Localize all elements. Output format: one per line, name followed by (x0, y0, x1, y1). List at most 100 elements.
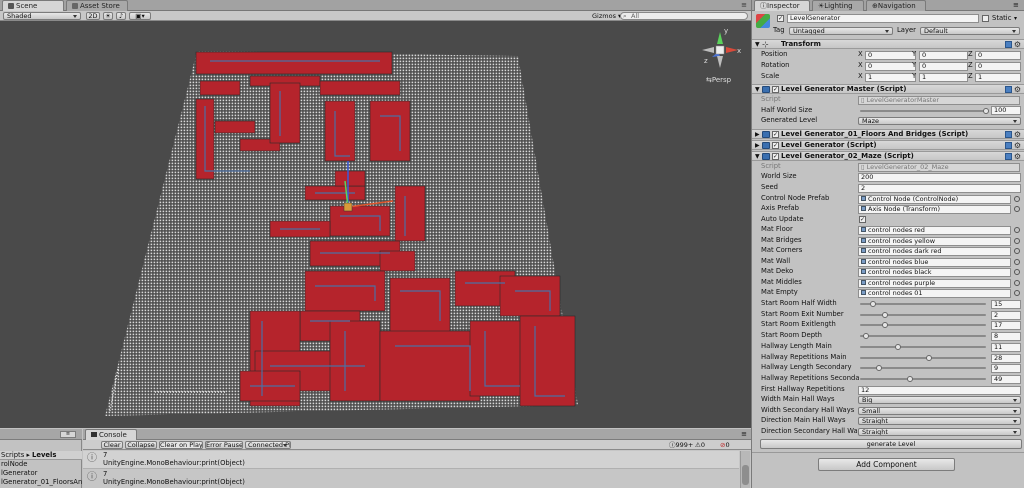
slider-track[interactable] (860, 345, 986, 348)
static-checkbox[interactable] (982, 15, 989, 22)
slider-value-field[interactable]: 2 (991, 310, 1021, 320)
dropdown-field[interactable]: Straight (858, 428, 1021, 437)
prefab-field[interactable]: Control Node (ControlNode) (858, 194, 1011, 204)
component-enabled-checkbox[interactable]: ✓ (772, 131, 779, 138)
slider-value-field[interactable]: 8 (991, 332, 1021, 342)
layer-dropdown[interactable]: Default (920, 27, 1020, 35)
console-scrollbar[interactable] (740, 451, 750, 488)
slider-value-field[interactable]: 28 (991, 353, 1021, 363)
slider-track[interactable] (860, 313, 986, 316)
error-count[interactable]: ⊘0 (720, 441, 730, 449)
slider-track[interactable] (860, 356, 986, 359)
view-projection-label[interactable]: ⇆Persp (706, 76, 731, 84)
list-item[interactable]: rolNode (1, 460, 27, 469)
slider-track[interactable] (860, 377, 986, 380)
material-field[interactable]: control nodes purple (858, 278, 1011, 288)
error-pause-button[interactable]: Error Pause (205, 441, 243, 449)
scale-z-field[interactable]: 1 (975, 73, 1021, 82)
object-name-field[interactable]: LevelGenerator (787, 14, 979, 23)
object-picker-icon[interactable] (1014, 248, 1020, 254)
gear-icon[interactable]: ⚙ (1014, 40, 1021, 49)
floors-script-header[interactable]: ▶ ✓ Level Generator_01_Floors And Bridge… (752, 129, 1024, 139)
rotation-x-field[interactable]: 0 (865, 62, 916, 71)
object-picker-icon[interactable] (1014, 290, 1020, 296)
component-enabled-checkbox[interactable]: ✓ (772, 142, 779, 149)
slider-value-field[interactable]: 9 (991, 364, 1021, 374)
add-component-button[interactable]: Add Component (818, 458, 955, 471)
dropdown-field[interactable]: Small (858, 406, 1021, 415)
book-icon[interactable] (1005, 86, 1012, 93)
material-field[interactable]: control nodes blue (858, 257, 1011, 267)
breadcrumb-levels[interactable]: Levels (32, 451, 56, 459)
generic-script-header[interactable]: ▶ ✓ Level Generator (Script) ⚙ (752, 140, 1024, 150)
tag-dropdown[interactable]: Untagged (789, 27, 893, 35)
slider-value-field[interactable]: 15 (991, 300, 1021, 309)
position-z-field[interactable]: 0 (975, 51, 1021, 60)
inspector-menu-icon[interactable]: ≡ (1013, 2, 1019, 9)
first-hallway-field[interactable]: 12 (858, 386, 1021, 395)
book-icon[interactable] (1005, 153, 1012, 160)
list-item[interactable]: lGenerator_01_FloorsAn (1, 478, 82, 487)
info-count[interactable]: ⓘ999+ (669, 441, 693, 449)
dropdown-field[interactable]: Straight (858, 417, 1021, 426)
component-enabled-checkbox[interactable]: ✓ (772, 153, 779, 160)
slider-value-field[interactable]: 11 (991, 342, 1021, 352)
fold-arrow-icon[interactable]: ▼ (755, 153, 760, 160)
material-field[interactable]: control nodes yellow (858, 236, 1011, 246)
list-item[interactable]: lGenerator (1, 469, 37, 478)
scene-search-input[interactable]: ⌕ All (620, 12, 748, 20)
shading-dropdown[interactable]: Shaded (3, 12, 81, 20)
position-y-field[interactable]: 0 (919, 51, 968, 60)
dropdown-field[interactable]: Big (858, 396, 1021, 404)
warning-count[interactable]: ⚠0 (695, 441, 705, 449)
tab-scene[interactable]: Scene (2, 0, 64, 11)
scene-menu-icon[interactable]: ≡ (741, 2, 747, 9)
tab-lighting[interactable]: ☀Lighting (812, 0, 864, 11)
seed-field[interactable]: 2 (858, 184, 1021, 193)
scene-viewport[interactable] (0, 21, 751, 428)
auto-update-checkbox[interactable]: ✓ (859, 216, 866, 223)
object-picker-icon[interactable] (1014, 258, 1020, 265)
material-field[interactable]: control nodes 01 (858, 289, 1011, 298)
book-icon[interactable] (1005, 41, 1012, 48)
slider-thumb[interactable] (894, 343, 901, 350)
active-checkbox[interactable]: ✓ (777, 15, 784, 22)
slider-value-field[interactable]: 17 (991, 321, 1021, 331)
console-menu-icon[interactable]: ≡ (741, 431, 747, 438)
gear-icon[interactable]: ⚙ (1014, 152, 1021, 161)
clear-button[interactable]: Clear (101, 441, 123, 449)
maze-script-header[interactable]: ▼ ✓ Level Generator_02_Maze (Script) ⚙ (752, 151, 1024, 161)
object-picker-icon[interactable] (1014, 206, 1020, 212)
gizmos-dropdown[interactable]: Gizmos ▾ (592, 12, 621, 20)
fold-arrow-icon[interactable]: ▶ (755, 131, 760, 138)
collapse-button[interactable]: Collapse (125, 441, 157, 449)
half-world-size-slider-thumb[interactable] (983, 108, 989, 114)
book-icon[interactable] (1005, 131, 1012, 138)
tab-inspector[interactable]: ⓘInspector (754, 0, 810, 11)
object-picker-icon[interactable] (1014, 269, 1020, 275)
position-x-field[interactable]: 0 (865, 51, 916, 60)
object-picker-icon[interactable] (1014, 227, 1020, 233)
material-field[interactable]: control nodes red (858, 226, 1011, 235)
scale-y-field[interactable]: 1 (919, 73, 968, 82)
fold-arrow-icon[interactable]: ▼ (755, 41, 760, 48)
tab-asset-store[interactable]: Asset Store (66, 0, 128, 11)
generate-level-button[interactable]: generate Level (760, 439, 1022, 449)
console-entry[interactable]: ⓘ 7 UnityEngine.MonoBehaviour:print(Obje… (83, 451, 739, 469)
half-world-size-slider[interactable] (860, 110, 986, 112)
connected-players-dropdown[interactable]: Connected Players (245, 441, 291, 449)
slider-thumb[interactable] (869, 301, 876, 307)
console-entry[interactable]: ⓘ 7 UnityEngine.MonoBehaviour:print(Obje… (83, 470, 739, 488)
slider-thumb[interactable] (882, 311, 889, 318)
scale-x-field[interactable]: 1 (865, 73, 916, 82)
tab-console[interactable]: Console (85, 429, 137, 440)
material-field[interactable]: control nodes dark red (858, 247, 1011, 256)
master-script-header[interactable]: ▼ ✓ Level Generator Master (Script) ⚙ (752, 84, 1024, 94)
effects-image-icon[interactable]: ▣▾ (129, 12, 151, 20)
slider-track[interactable] (860, 335, 986, 338)
slider-track[interactable] (860, 303, 986, 305)
sun-icon[interactable]: ☀ (103, 12, 113, 20)
clear-on-play-button[interactable]: Clear on Play (159, 441, 203, 449)
object-picker-icon[interactable] (1014, 237, 1020, 244)
static-dropdown-arrow[interactable]: ▾ (1014, 14, 1017, 23)
